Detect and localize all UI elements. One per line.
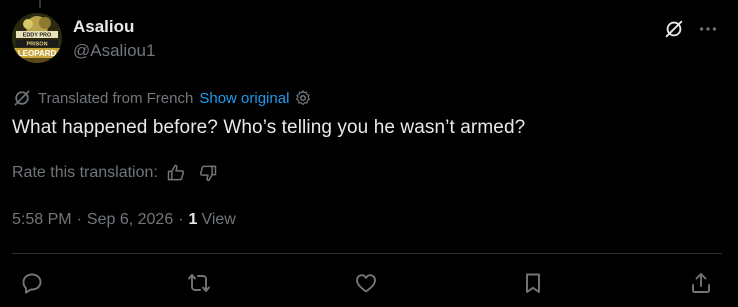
handle[interactable]: @Asaliou1 (73, 41, 155, 61)
gear-icon[interactable] (294, 89, 312, 107)
tweet-date[interactable]: Sep 6, 2026 (87, 211, 173, 229)
rate-translation-row: Rate this translation: (12, 162, 218, 184)
translate-icon (12, 88, 32, 108)
reply-icon[interactable] (20, 271, 44, 295)
avatar-text-mid: PRISON (26, 42, 47, 48)
share-icon[interactable] (689, 271, 713, 295)
translation-notice: Translated from French (38, 89, 194, 107)
heart-icon[interactable] (354, 271, 378, 295)
meta-separator: · (76, 211, 82, 228)
thumbs-down-icon[interactable] (198, 163, 218, 183)
avatar-image: EDDY PRO PRISON LEOPARD (12, 13, 62, 63)
tweet-text: What happened before? Who’s telling you … (12, 117, 526, 138)
thumbs-up-icon[interactable] (166, 163, 186, 183)
tweet-meta: 5:58 PM · Sep 6, 2026 · 1 View (12, 209, 236, 231)
meta-separator: · (178, 211, 184, 228)
translation-row: Translated from French Show original (12, 87, 312, 109)
bookmark-icon[interactable] (521, 271, 545, 295)
retweet-icon[interactable] (187, 271, 211, 295)
rate-translation-label: Rate this translation: (12, 164, 158, 181)
avatar-text-bottom: LEOPARD (18, 49, 57, 58)
display-name[interactable]: Asaliou (73, 17, 134, 37)
avatar[interactable]: EDDY PRO PRISON LEOPARD (12, 13, 62, 63)
view-label: View (201, 211, 236, 228)
show-original-link[interactable]: Show original (199, 90, 289, 107)
divider (12, 253, 722, 254)
avatar-text-top: EDDY PRO (23, 33, 52, 39)
thread-line (39, 0, 41, 8)
view-count: 1 (188, 211, 198, 228)
no-translate-icon[interactable] (662, 17, 686, 41)
tweet-time[interactable]: 5:58 PM (12, 211, 72, 229)
more-icon[interactable] (696, 17, 720, 41)
